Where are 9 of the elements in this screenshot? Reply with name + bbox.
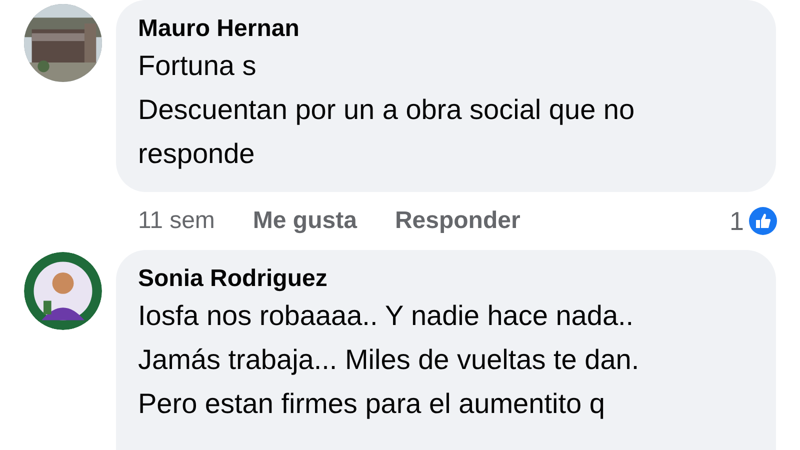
author-name[interactable]: Sonia Rodriguez [138,264,328,294]
reaction-count: 1 [730,206,744,236]
reply-link[interactable]: Responder [394,207,520,235]
thumbs-up-icon[interactable] [748,206,778,236]
timestamp[interactable]: 11 sem [138,207,215,235]
comment-text: Fortuna s Descuentan por un a obra social que no responde [138,49,635,171]
author-name[interactable]: Mauro Hernan [138,14,300,44]
comment-text: Iosfa nos robaaaa.. Y nadie hace nada.. Jamás trabaja... Miles de vueltas te dan. Pero estan firmes para el aumentito q [138,299,640,421]
like-link[interactable]: Me gusta [252,207,357,235]
